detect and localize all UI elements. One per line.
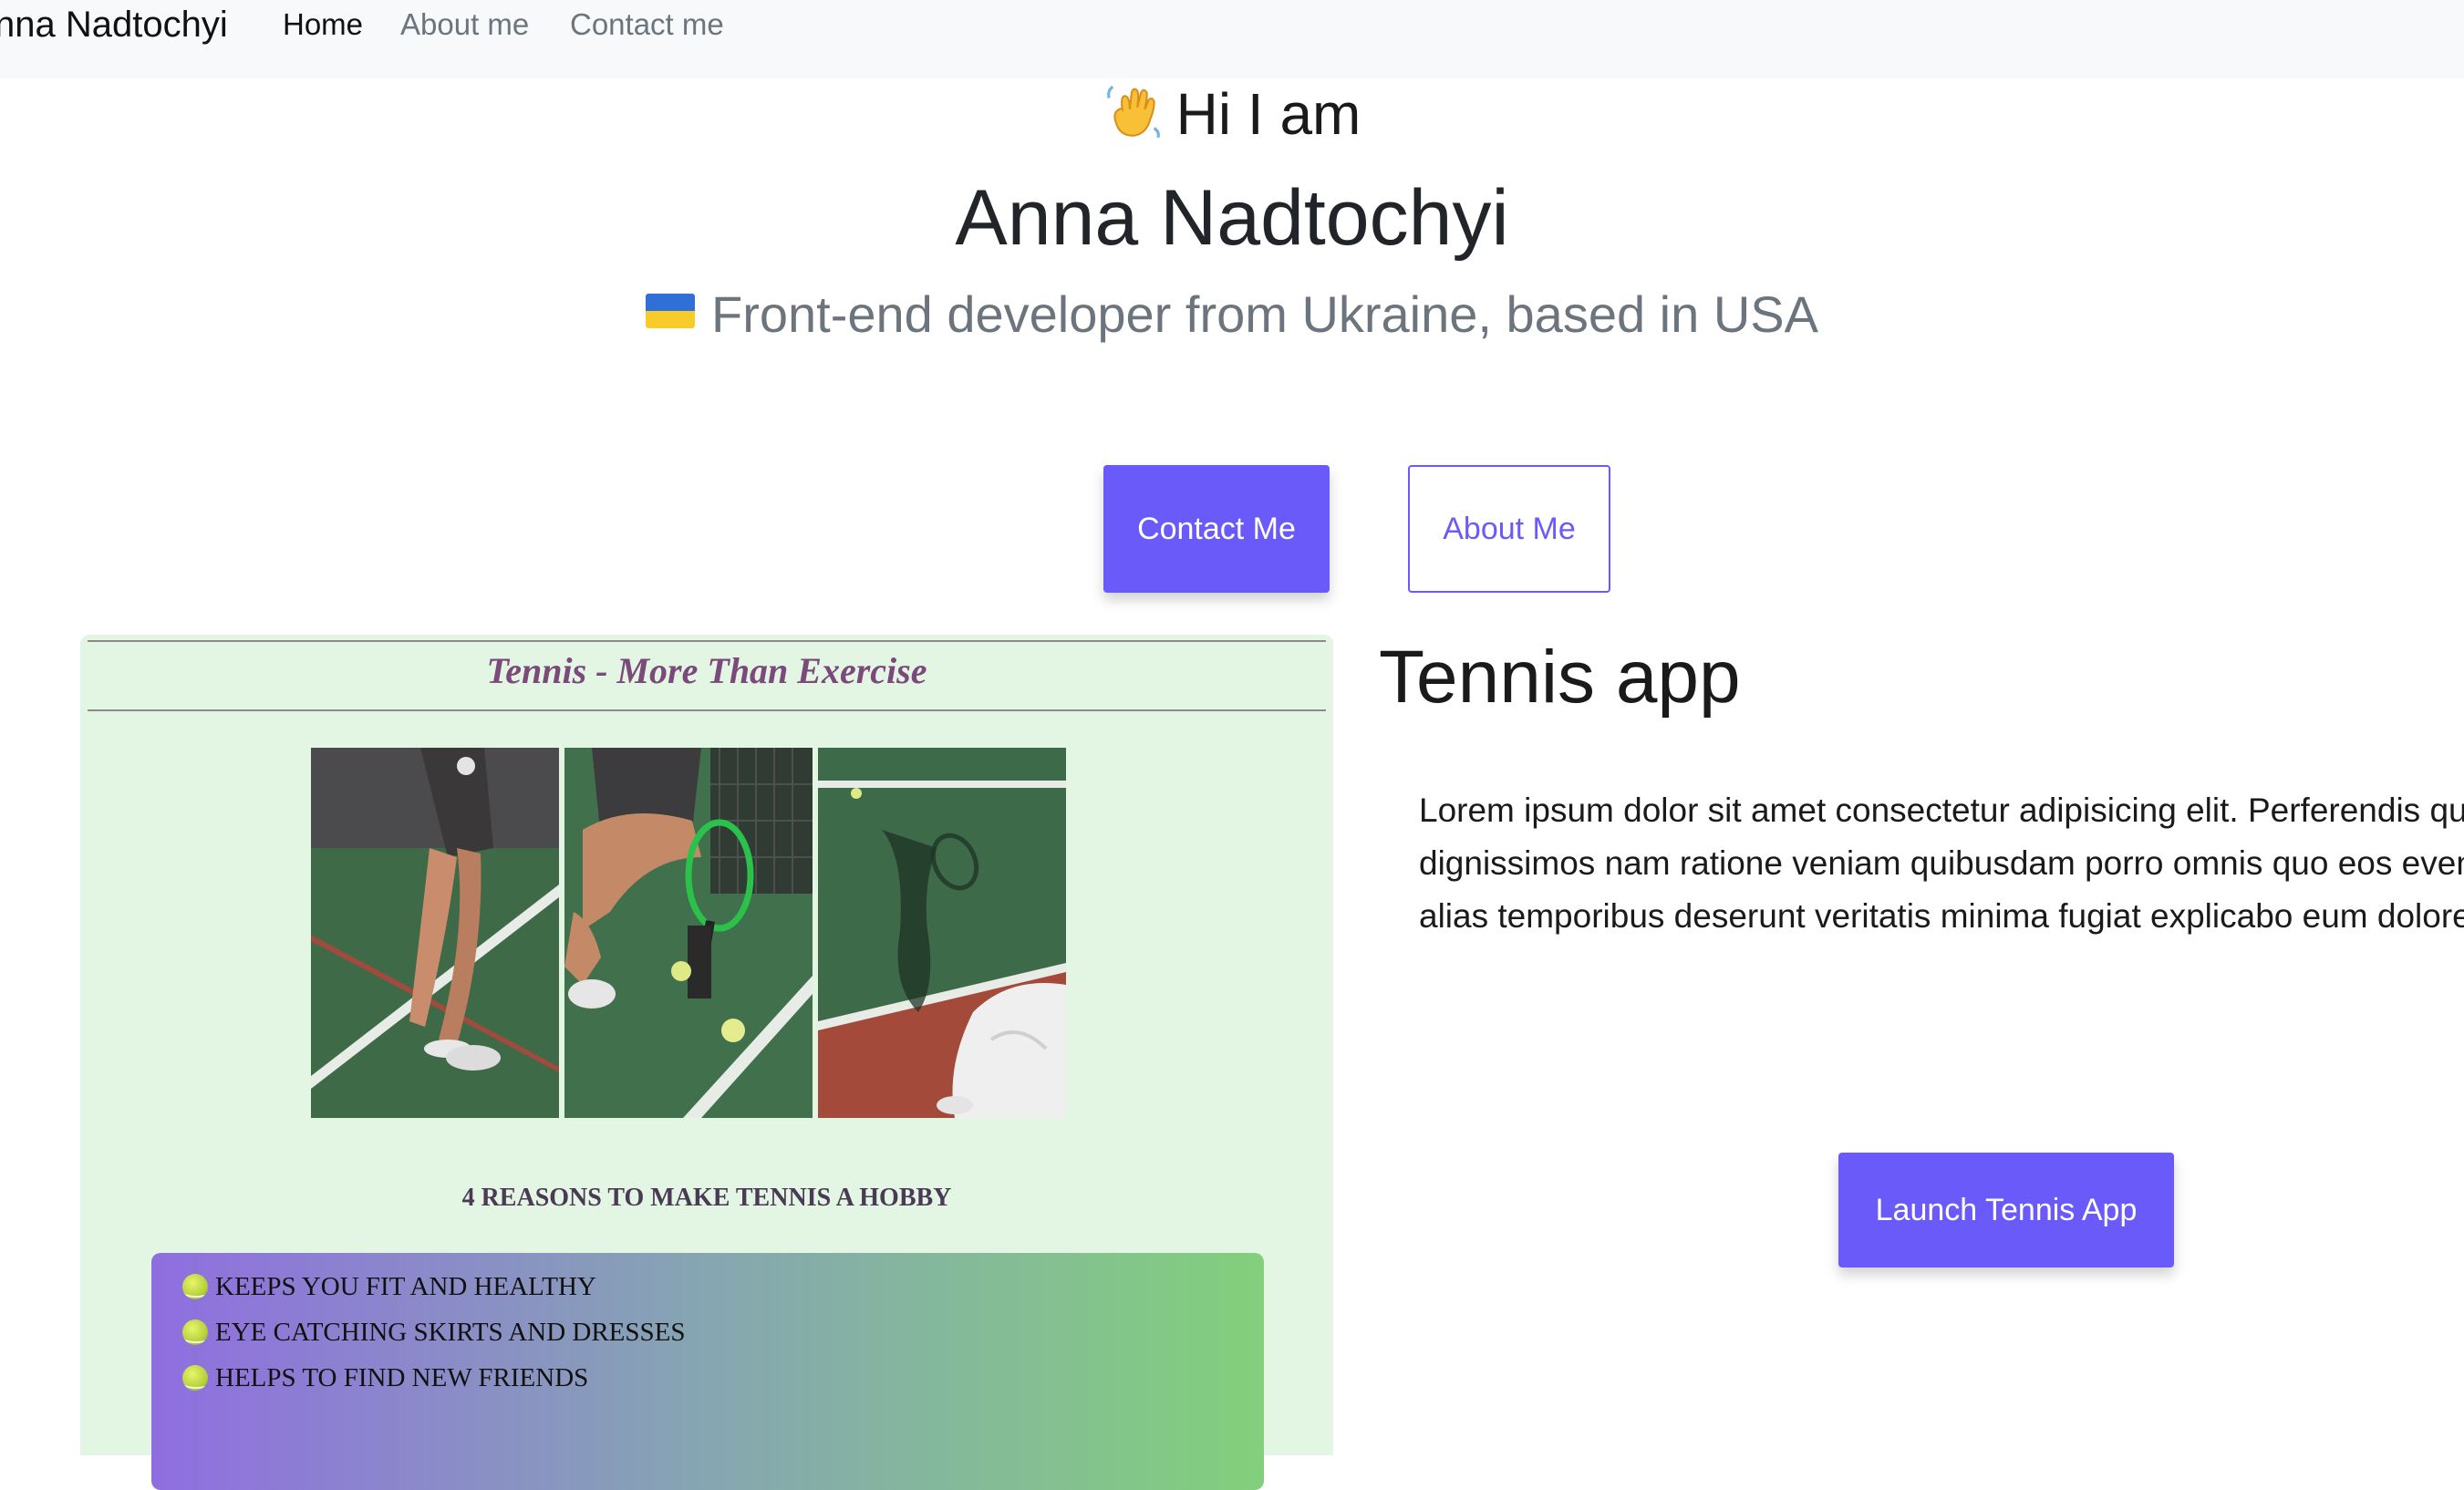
contact-me-button[interactable]: Contact Me <box>1103 465 1330 593</box>
tennis-photo-seated-player <box>564 748 813 1118</box>
tennis-photo-player-legs <box>311 748 559 1118</box>
reason-text: HELPS TO FIND NEW FRIENDS <box>215 1363 589 1392</box>
about-me-button[interactable]: About Me <box>1408 465 1610 593</box>
navbar-brand[interactable]: nna Nadtochyi <box>0 0 228 49</box>
reasons-list: KEEPS YOU FIT AND HEALTHY EYE CATCHING S… <box>151 1253 1264 1490</box>
ukraine-flag-icon <box>646 294 696 328</box>
navbar: nna Nadtochyi Home About me Contact me <box>0 0 2464 78</box>
tennis-card-title: Tennis - More Than Exercise <box>486 650 927 691</box>
tennis-app-description: Lorem ipsum dolor sit amet consectetur a… <box>1419 792 2464 935</box>
tennis-ball-icon <box>182 1365 208 1391</box>
tennis-ball-icon <box>182 1274 208 1299</box>
subtitle-text: Front-end developer from Ukraine, based … <box>711 285 1818 343</box>
list-item: EYE CATCHING SKIRTS AND DRESSES <box>182 1309 686 1355</box>
reason-text: EYE CATCHING SKIRTS AND DRESSES <box>215 1318 686 1347</box>
hero-name: Anna Nadtochyi <box>955 174 1509 262</box>
list-item: HELPS TO FIND NEW FRIENDS <box>182 1355 588 1401</box>
hero-greeting: Hi I am <box>0 80 2464 148</box>
nav-link-about[interactable]: About me <box>400 0 529 49</box>
greeting-text: Hi I am <box>1175 81 1361 147</box>
reason-text: KEEPS YOU FIT AND HEALTHY <box>215 1272 596 1301</box>
card-bottom-rule <box>88 709 1326 711</box>
reasons-title: 4 REASONS TO MAKE TENNIS A HOBBY <box>461 1184 952 1212</box>
tennis-ball-icon <box>182 1319 208 1345</box>
tennis-app-heading: Tennis app <box>1379 636 1741 719</box>
nav-link-home[interactable]: Home <box>283 0 363 49</box>
waving-hand-icon <box>1103 81 1164 141</box>
tennis-photo-player-shadow <box>818 748 1066 1118</box>
nav-link-contact[interactable]: Contact me <box>570 0 724 49</box>
tennis-preview-card: Tennis - More Than Exercise 4 REASONS TO… <box>80 635 1333 1490</box>
list-item: KEEPS YOU FIT AND HEALTHY <box>182 1264 596 1309</box>
card-top-rule <box>88 640 1326 642</box>
hero-subtitle: Front-end developer from Ukraine, based … <box>0 285 2464 344</box>
launch-tennis-app-button[interactable]: Launch Tennis App <box>1838 1153 2174 1268</box>
